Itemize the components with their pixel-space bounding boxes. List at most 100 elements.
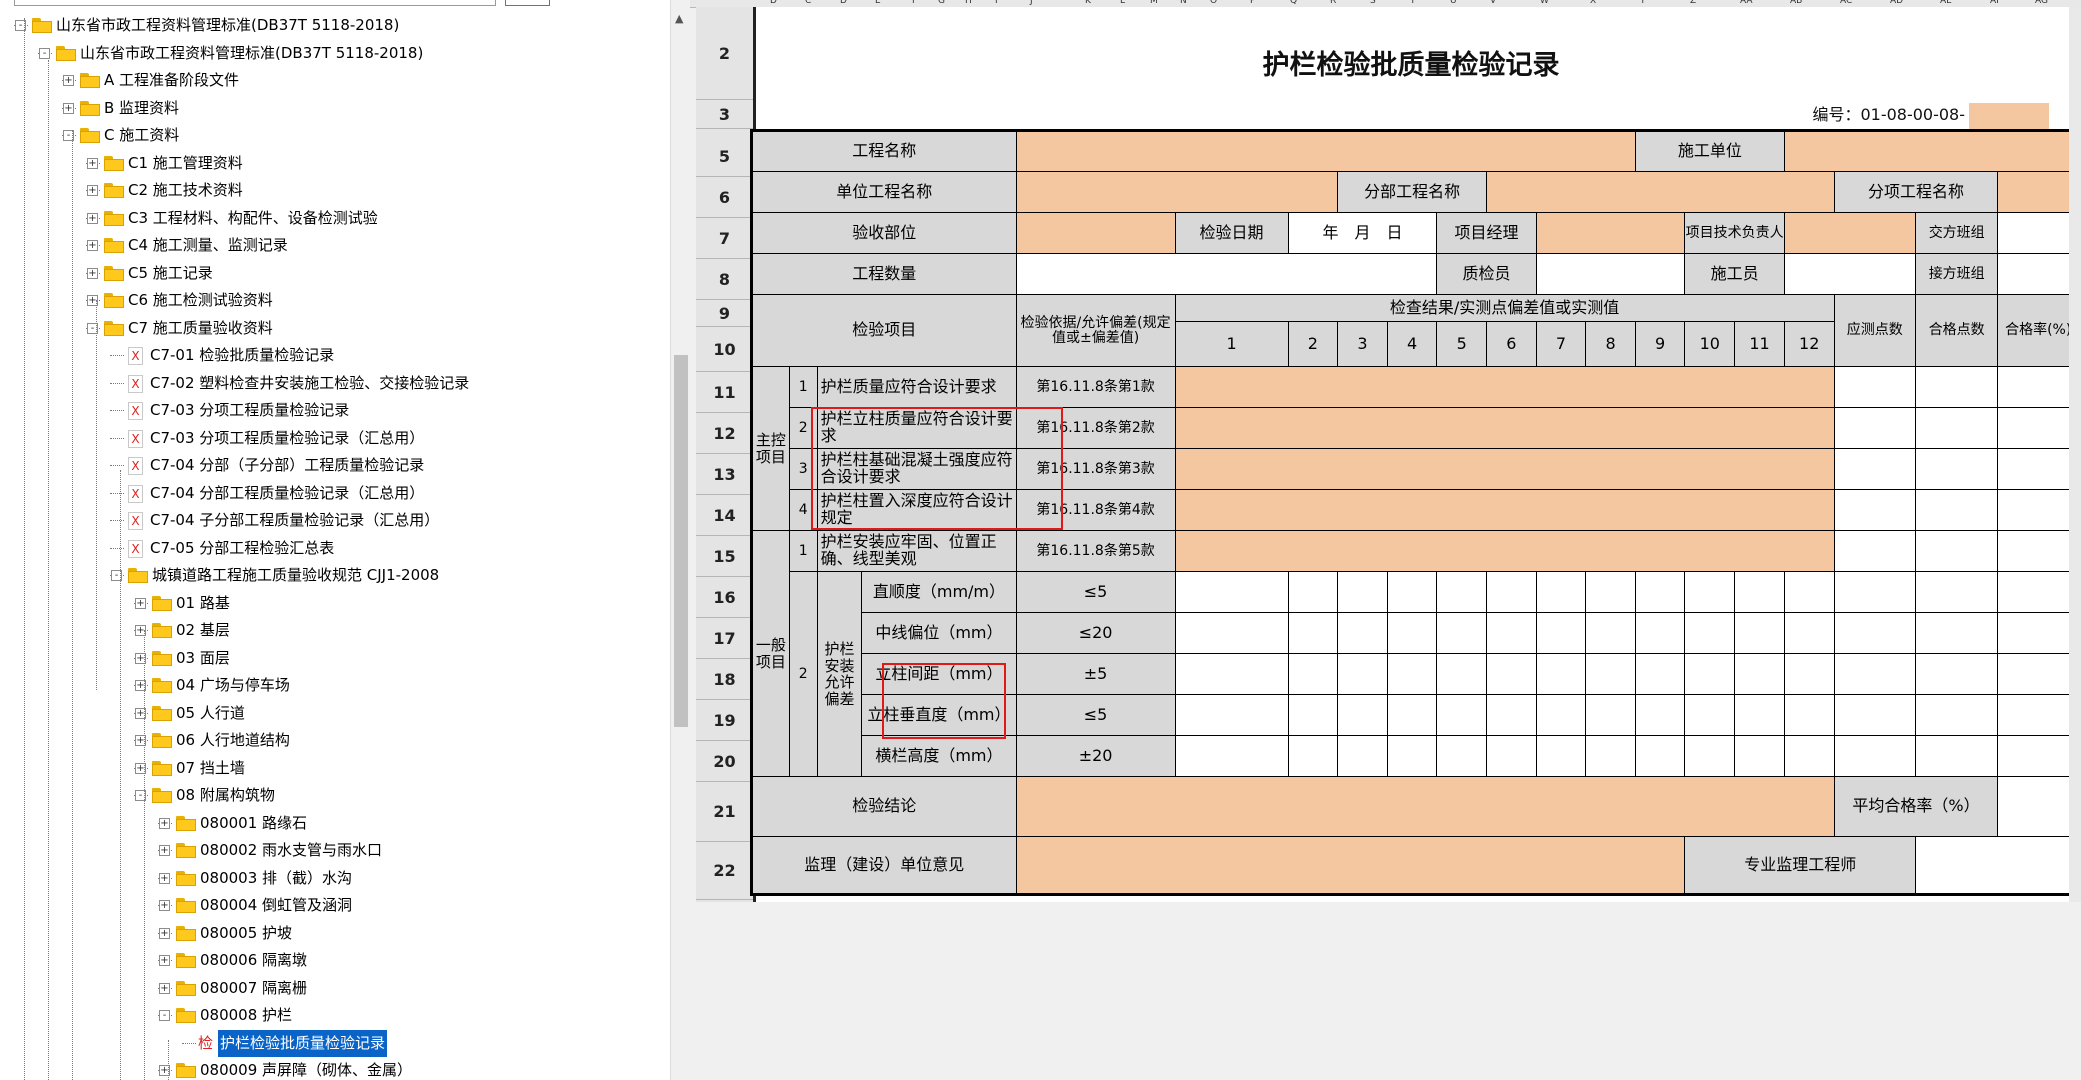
deviation-result-cell[interactable] (1585, 653, 1636, 695)
deviation-summary-cell[interactable] (1914, 735, 1999, 777)
deviation-result-cell[interactable] (1833, 653, 1916, 695)
column-letter[interactable]: Y (1640, 0, 1646, 6)
deviation-result-cell[interactable] (1486, 571, 1537, 613)
input-avg-rate[interactable] (1997, 776, 2080, 837)
expand-icon[interactable]: + (159, 845, 170, 856)
input-tech-lead[interactable] (1783, 212, 1916, 254)
column-letter[interactable]: AE (1940, 0, 1952, 6)
input-worker[interactable] (1783, 253, 1916, 295)
column-letter[interactable]: H (965, 0, 972, 6)
deviation-result-cell[interactable] (1287, 571, 1339, 613)
expand-icon[interactable]: + (159, 927, 170, 939)
deviation-result-cell[interactable] (1833, 694, 1916, 736)
main-item-rate-3[interactable] (1997, 448, 2080, 490)
row-number[interactable]: 18 (696, 659, 753, 700)
column-letter[interactable]: Z (1690, 0, 1696, 6)
deviation-result-cell[interactable] (1436, 653, 1488, 695)
deviation-summary-cell[interactable] (1997, 653, 2080, 695)
column-letter[interactable]: W (1540, 0, 1549, 6)
tree-item[interactable]: +06 人行地道结构 (0, 727, 670, 754)
form-code-input[interactable] (1969, 102, 2049, 129)
deviation-result-cell[interactable] (1436, 571, 1488, 613)
main-item-should-2[interactable] (1833, 407, 1916, 449)
deviation-result-cell[interactable] (1634, 571, 1686, 613)
column-letter[interactable]: O (1210, 0, 1217, 6)
deviation-summary-cell[interactable] (1914, 612, 1999, 654)
column-letter[interactable]: I (995, 0, 998, 6)
deviation-result-cell[interactable] (1634, 612, 1686, 654)
deviation-result-cell[interactable] (1833, 735, 1916, 777)
deviation-result-cell[interactable] (1684, 612, 1736, 654)
tree-search-input[interactable] (14, 0, 496, 6)
expand-icon[interactable]: + (87, 240, 98, 251)
deviation-result-cell[interactable] (1486, 653, 1537, 695)
tree-item[interactable]: -08 附属构筑物 (0, 782, 670, 809)
column-letter[interactable]: M (1150, 0, 1158, 6)
deviation-result-cell[interactable] (1386, 653, 1438, 695)
column-letter[interactable]: J (1030, 0, 1033, 6)
input-project-name[interactable] (1015, 130, 1636, 172)
deviation-result-cell[interactable] (1734, 653, 1785, 695)
collapse-icon[interactable]: - (159, 1010, 170, 1021)
deviation-result-cell[interactable] (1486, 612, 1537, 654)
input-contractor[interactable] (1783, 130, 2081, 172)
column-letter[interactable]: V (1490, 0, 1496, 6)
column-letter[interactable]: X (1590, 0, 1596, 6)
deviation-result-cell[interactable] (1337, 694, 1388, 736)
deviation-result-cell[interactable] (1585, 694, 1636, 736)
input-quantity[interactable] (1015, 253, 1438, 295)
deviation-result-cell[interactable] (1535, 571, 1587, 613)
deviation-result-cell[interactable] (1174, 612, 1289, 654)
deviation-result-cell[interactable] (1436, 694, 1488, 736)
column-letter[interactable]: N (1180, 0, 1187, 6)
expand-icon[interactable]: + (159, 872, 170, 884)
tree-item[interactable]: X C7-04 分部（子分部）工程质量检验记录 (0, 452, 670, 479)
deviation-result-cell[interactable] (1486, 694, 1537, 736)
column-letter[interactable]: R (1330, 0, 1336, 6)
row-number[interactable]: 9 (696, 300, 753, 327)
collapse-icon[interactable]: - (39, 47, 50, 59)
tree-item[interactable]: - 山东省市政工程资料管理标准(DB37T 5118-2018) (0, 40, 670, 67)
row-number[interactable]: 16 (696, 577, 753, 618)
sheet-scrollbar[interactable] (2069, 7, 2081, 902)
deviation-result-cell[interactable] (1337, 571, 1388, 613)
tree-item[interactable]: - 080008 护栏 (0, 1002, 670, 1029)
deviation-result-cell[interactable] (1174, 735, 1289, 777)
row-number[interactable]: 2 (696, 7, 753, 100)
deviation-result-cell[interactable] (1337, 612, 1388, 654)
deviation-result-cell[interactable] (1634, 735, 1686, 777)
tree-item[interactable]: +07 挡土墙 (0, 755, 670, 782)
expand-icon[interactable]: + (87, 157, 98, 169)
deviation-result-cell[interactable] (1535, 694, 1587, 736)
tree-item[interactable]: X C7-05 分部工程检验汇总表 (0, 535, 670, 562)
tree-item[interactable]: + C3 工程材料、构配件、设备检测试验 (0, 205, 670, 232)
tree-item[interactable]: 检护栏检验批质量检验记录 (0, 1029, 670, 1057)
input-division[interactable] (1486, 171, 1835, 213)
column-letter[interactable]: AG (2035, 0, 2048, 6)
input-engineer[interactable] (1914, 836, 2081, 895)
main-item-should-3[interactable] (1833, 448, 1916, 490)
main-item-should-1[interactable] (1833, 366, 1916, 408)
tree-scroll-thumb[interactable] (674, 355, 688, 727)
main-item-rate-2[interactable] (1997, 407, 2080, 449)
deviation-result-cell[interactable] (1174, 653, 1289, 695)
row-number[interactable]: 8 (696, 259, 753, 300)
row-number[interactable]: 21 (696, 782, 753, 842)
tree-item[interactable]: X C7-03 分项工程质量检验记录（汇总用） (0, 425, 670, 452)
input-unit-project[interactable] (1015, 171, 1339, 213)
tree-item[interactable]: +080006 隔离墩 (0, 947, 670, 974)
input-conclusion[interactable] (1015, 776, 1835, 837)
main-item-result-1[interactable] (1174, 366, 1835, 408)
tree-item[interactable]: + C4 施工测量、监测记录 (0, 232, 670, 259)
tree-item[interactable]: - 山东省市政工程资料管理标准(DB37T 5118-2018) (0, 12, 670, 39)
row-number[interactable]: 10 (696, 327, 753, 372)
deviation-summary-cell[interactable] (1997, 612, 2080, 654)
main-item-rate-1[interactable] (1997, 366, 2080, 408)
tree-item[interactable]: + A 工程准备阶段文件 (0, 67, 670, 94)
deviation-result-cell[interactable] (1535, 735, 1587, 777)
deviation-summary-cell[interactable] (1914, 694, 1999, 736)
input-subitem[interactable] (1997, 171, 2080, 213)
column-letter[interactable]: AC (1840, 0, 1852, 6)
row-number[interactable]: 3 (696, 100, 753, 129)
deviation-result-cell[interactable] (1734, 571, 1785, 613)
